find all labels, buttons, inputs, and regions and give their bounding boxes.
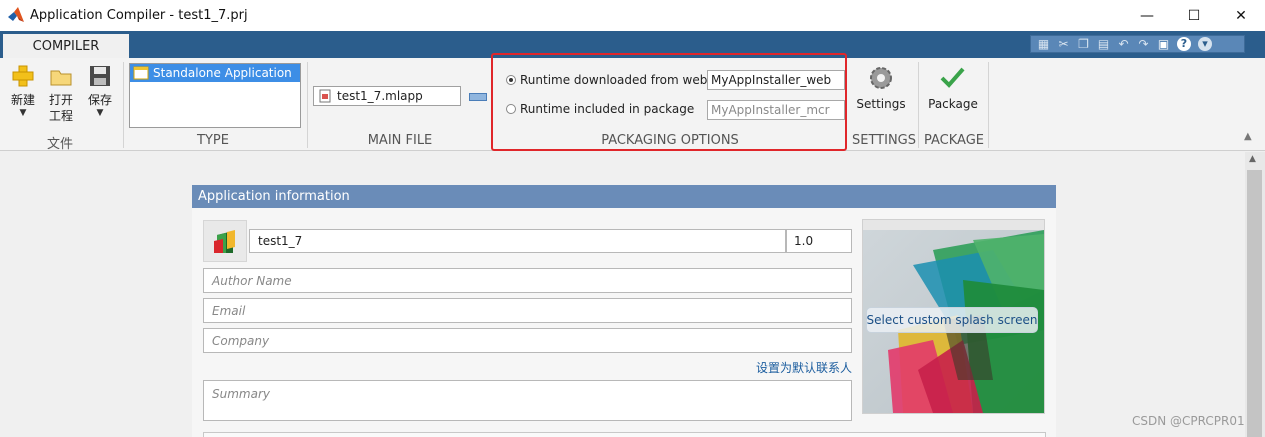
close-button[interactable]: ✕ — [1218, 0, 1264, 31]
paste-icon[interactable]: ▤ — [1097, 37, 1110, 51]
type-group-label: TYPE — [197, 133, 229, 148]
panel-header: Application information — [192, 185, 1056, 208]
settings-group-label: SETTINGS — [852, 133, 917, 148]
divider — [123, 62, 124, 148]
redo-icon[interactable]: ↷ — [1137, 37, 1150, 51]
collapse-ribbon-icon[interactable]: ▲ — [1244, 131, 1252, 142]
mlapp-file-icon — [319, 89, 331, 103]
add-main-file-button[interactable] — [469, 93, 487, 101]
divider — [307, 62, 308, 148]
close-icon: ✕ — [1235, 7, 1247, 24]
highlight-box — [491, 53, 847, 151]
copy-icon[interactable]: ❐ — [1077, 37, 1090, 51]
save-label: 保存 — [87, 93, 112, 107]
window-title: Application Compiler - test1_7.prj — [30, 8, 248, 23]
layout-icon[interactable]: ▣ — [1157, 37, 1170, 51]
options-icon[interactable]: ▾ — [1198, 37, 1212, 51]
package-label: Package — [928, 97, 978, 111]
scrollbar-thumb[interactable] — [1247, 170, 1262, 437]
chevron-down-icon: ▼ — [96, 108, 104, 118]
application-icon — [133, 66, 149, 80]
main-file-field[interactable]: test1_7.mlapp — [313, 86, 461, 106]
email-field[interactable]: Email — [203, 298, 852, 323]
app-name-field[interactable]: test1_7 — [249, 229, 786, 253]
company-field[interactable]: Company — [203, 328, 852, 353]
maximize-icon: ☐ — [1187, 7, 1201, 24]
main-file-group-label: MAIN FILE — [367, 133, 433, 148]
divider — [918, 62, 919, 148]
app-icon-button[interactable] — [203, 220, 247, 262]
gear-icon — [870, 67, 892, 89]
app-type-label: Standalone Application — [153, 66, 292, 80]
save-icon[interactable]: ▦ — [1037, 37, 1050, 51]
package-group-label: PACKAGE — [924, 133, 984, 148]
next-section-edge — [203, 432, 1046, 437]
open-label: 打开 — [48, 93, 73, 107]
cut-icon[interactable]: ✂ — [1057, 37, 1070, 51]
save-project-button[interactable]: 保存 ▼ — [84, 63, 116, 129]
floppy-disk-icon — [90, 66, 110, 86]
minimize-button[interactable]: — — [1124, 0, 1170, 31]
settings-button[interactable]: Settings — [855, 63, 907, 123]
tab-compiler[interactable]: COMPILER — [3, 34, 129, 58]
watermark: CSDN @CPRCPR01 — [1132, 414, 1245, 428]
matlab-logo-icon — [8, 7, 24, 22]
chevron-down-icon: ▼ — [19, 108, 27, 118]
quick-access-toolbar: ▦ ✂ ❐ ▤ ↶ ↷ ▣ ? ▾ — [1030, 35, 1245, 53]
version-field[interactable]: 1.0 — [786, 229, 852, 253]
divider — [988, 62, 989, 148]
maximize-button[interactable]: ☐ — [1171, 0, 1217, 31]
new-icon — [12, 65, 34, 87]
folder-icon — [50, 70, 72, 86]
minimize-icon: — — [1140, 7, 1154, 24]
settings-label: Settings — [856, 97, 906, 111]
app-icon — [214, 230, 235, 253]
project-label: 工程 — [48, 109, 73, 123]
select-splash-screen-button[interactable]: Select custom splash screen — [866, 307, 1038, 333]
checkmark-icon — [940, 67, 965, 88]
open-project-button[interactable]: 打开 工程 — [45, 63, 77, 129]
package-button[interactable]: Package — [925, 63, 981, 123]
undo-icon[interactable]: ↶ — [1117, 37, 1130, 51]
new-label: 新建 — [10, 93, 35, 107]
scroll-up-icon[interactable]: ▲ — [1249, 154, 1256, 164]
file-group-label: 文件 — [46, 137, 73, 152]
help-icon[interactable]: ? — [1177, 37, 1191, 51]
main-file-name: test1_7.mlapp — [337, 89, 423, 103]
app-type-standalone[interactable]: Standalone Application — [130, 64, 300, 82]
new-button[interactable]: 新建 ▼ — [5, 63, 41, 129]
summary-field[interactable]: Summary — [203, 380, 852, 421]
set-default-contact-link[interactable]: 设置为默认联系人 — [756, 359, 852, 376]
author-name-field[interactable]: Author Name — [203, 268, 852, 293]
